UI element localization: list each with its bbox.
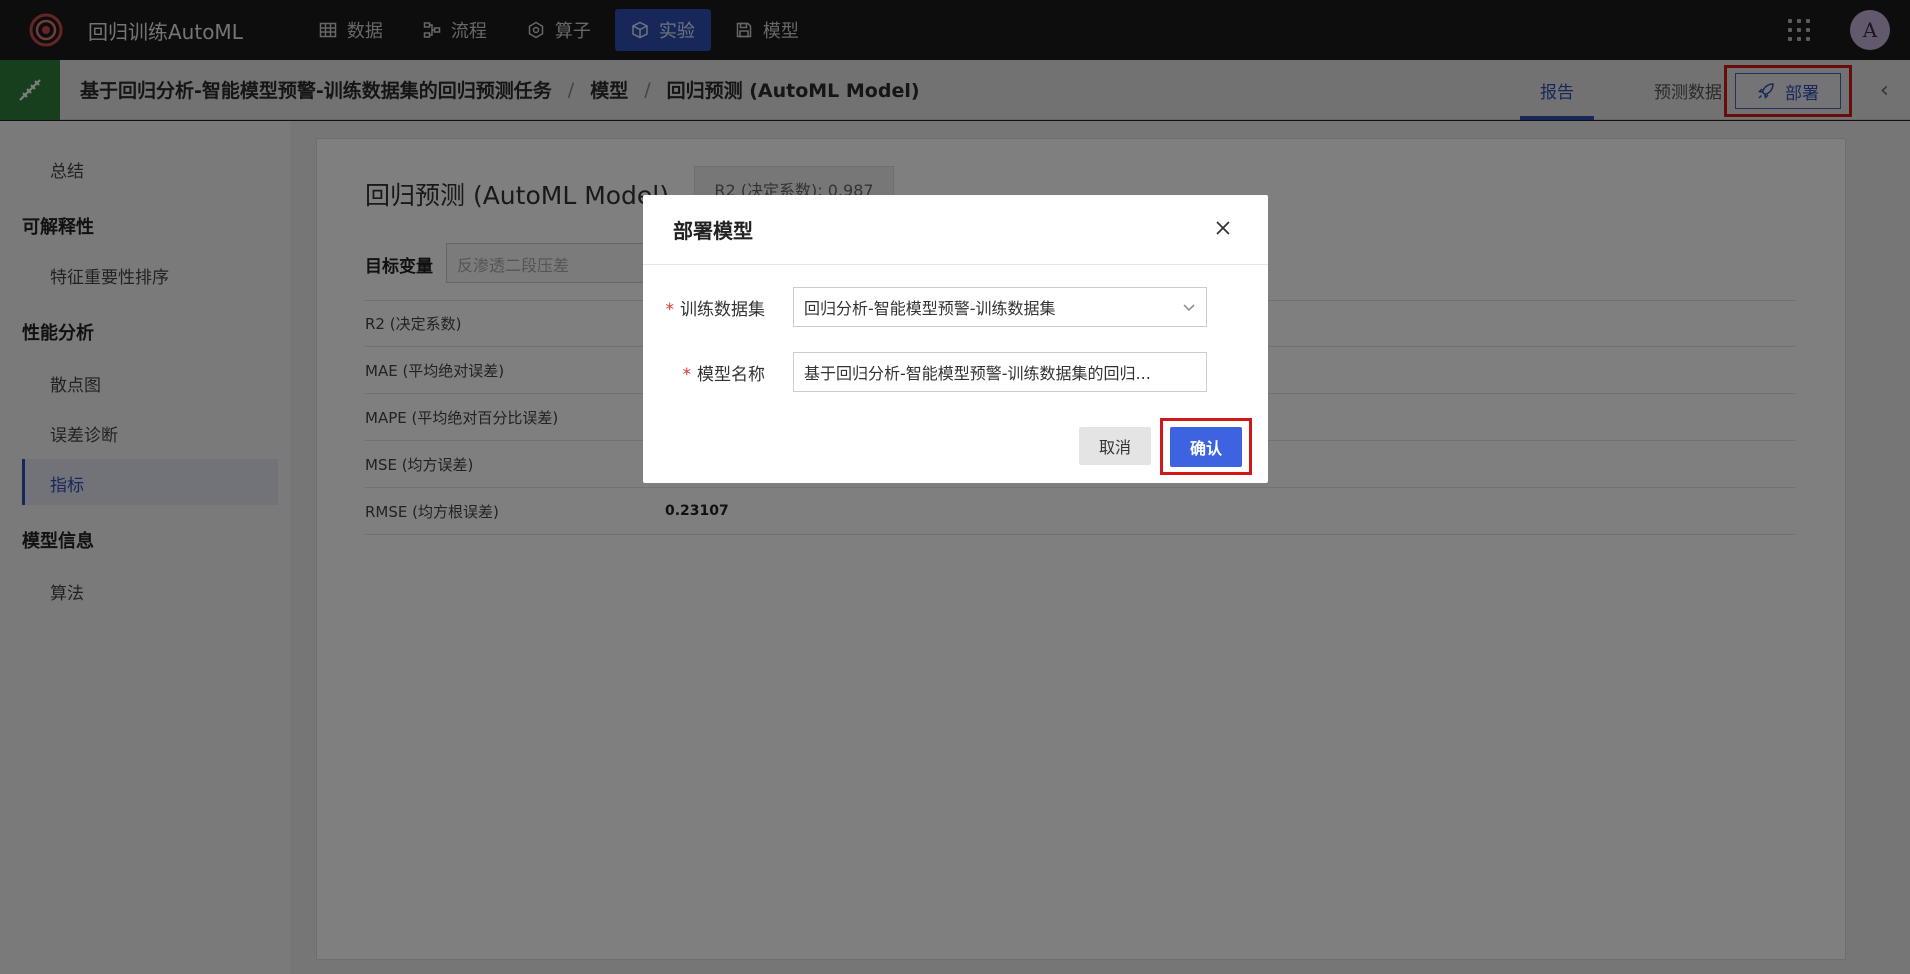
modal-backdrop[interactable] xyxy=(0,0,1910,974)
dataset-selected-value: 回归分析-智能模型预警-训练数据集 xyxy=(804,299,1056,318)
cancel-button[interactable]: 取消 xyxy=(1079,427,1151,465)
confirm-highlight-box: 确认 xyxy=(1160,418,1252,475)
dialog-title: 部署模型 xyxy=(673,219,753,243)
dataset-form-row: * 训练数据集 回归分析-智能模型预警-训练数据集 xyxy=(643,287,1207,327)
model-name-label: * 模型名称 xyxy=(643,360,793,385)
dataset-label-text: 训练数据集 xyxy=(680,299,765,320)
deploy-model-dialog: 部署模型 * 训练数据集 回归分析-智能模型预警-训练数据集 * 模型名称 基于回归… xyxy=(643,195,1268,483)
model-name-form-row: * 模型名称 基于回归分析-智能模型预警-训练数据集的回归... xyxy=(643,352,1207,392)
chevron-down-icon xyxy=(1183,304,1195,312)
dataset-label: * 训练数据集 xyxy=(643,295,793,320)
model-name-input[interactable]: 基于回归分析-智能模型预警-训练数据集的回归... xyxy=(793,352,1207,392)
model-name-label-text: 模型名称 xyxy=(697,364,765,385)
dialog-header: 部署模型 xyxy=(643,195,1268,265)
dataset-select[interactable]: 回归分析-智能模型预警-训练数据集 xyxy=(793,287,1207,327)
close-icon[interactable] xyxy=(1212,217,1234,239)
confirm-button[interactable]: 确认 xyxy=(1170,426,1242,467)
required-mark: * xyxy=(665,299,675,320)
required-mark: * xyxy=(682,364,692,385)
